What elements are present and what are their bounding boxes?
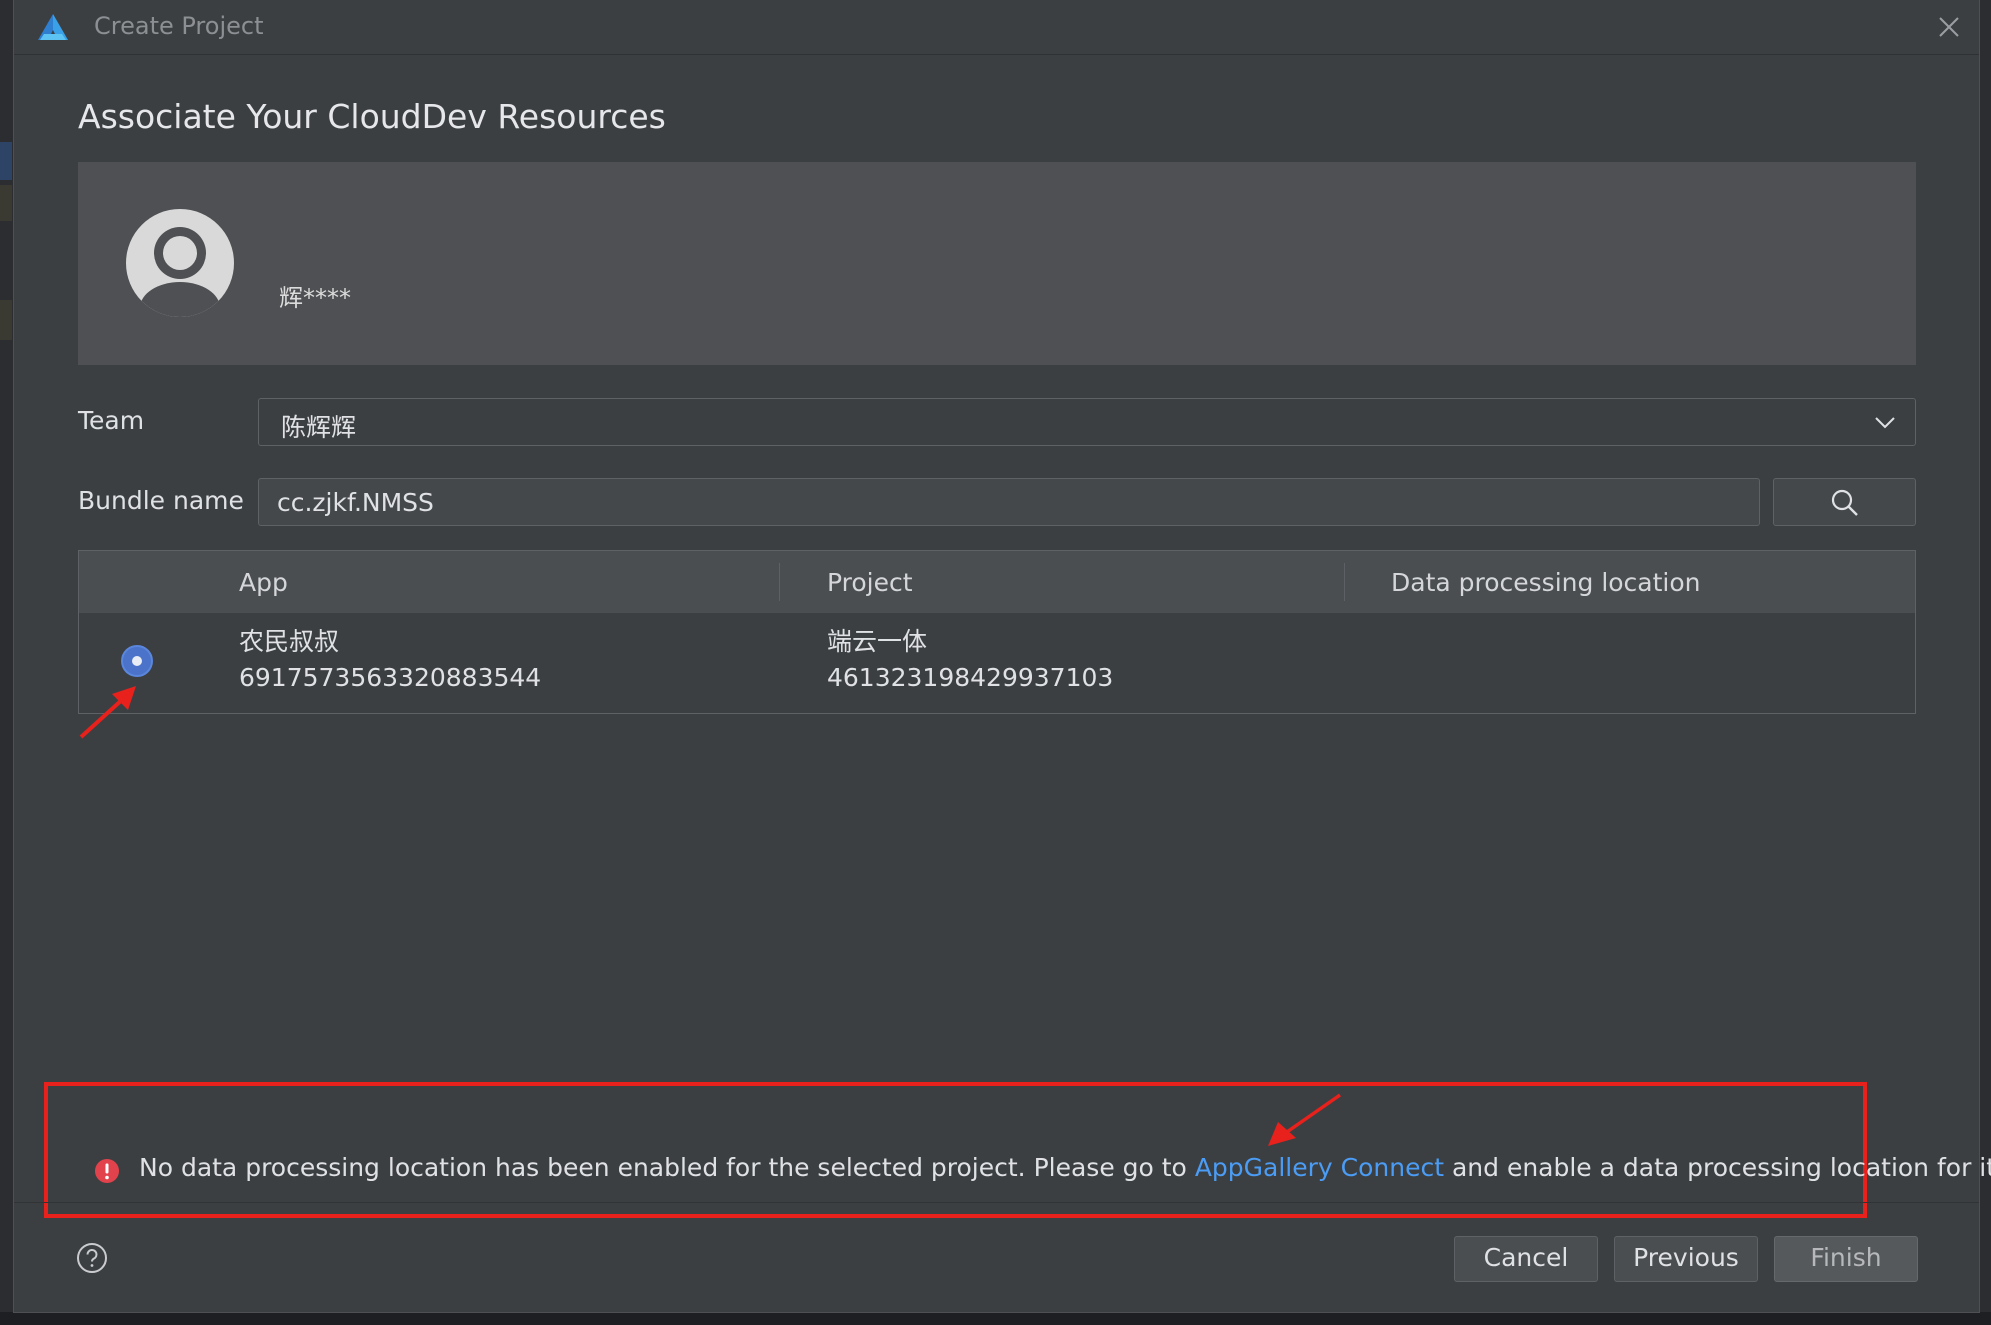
column-header-project: Project xyxy=(827,568,913,597)
close-icon[interactable] xyxy=(1934,12,1964,42)
dialog-title: Create Project xyxy=(94,12,264,40)
chevron-down-icon xyxy=(1875,417,1895,429)
column-header-app: App xyxy=(239,568,288,597)
background-ide-edge xyxy=(0,0,14,1325)
notice-text-after: and enable a data processing location fo… xyxy=(1444,1153,1991,1182)
project-id: 461323198429937103 xyxy=(827,663,1114,692)
project-name: 端云一体 xyxy=(827,627,928,656)
annotation-arrow-icon xyxy=(1268,1093,1342,1146)
background-ide-bottom xyxy=(0,1312,1991,1325)
bundle-name-value: cc.zjkf.NMSS xyxy=(277,488,434,517)
table-header: App Project Data processing location xyxy=(79,551,1915,613)
bundle-name-input[interactable]: cc.zjkf.NMSS xyxy=(258,478,1760,526)
avatar-icon xyxy=(126,209,234,317)
app-logo-icon xyxy=(38,14,68,40)
column-divider xyxy=(1344,563,1345,601)
background-marker xyxy=(0,300,12,340)
help-icon[interactable] xyxy=(76,1242,108,1274)
background-marker xyxy=(0,185,12,221)
dialog-titlebar: Create Project xyxy=(14,0,1979,55)
search-icon xyxy=(1831,489,1858,516)
app-id: 6917573563320883544 xyxy=(239,663,542,692)
column-divider xyxy=(779,563,780,601)
team-label: Team xyxy=(78,406,145,435)
team-select[interactable]: 陈辉辉 xyxy=(258,398,1916,446)
account-name: 辉**** xyxy=(279,284,351,312)
background-marker xyxy=(0,142,12,180)
team-select-value: 陈辉辉 xyxy=(281,413,357,442)
app-name: 农民叔叔 xyxy=(239,627,340,656)
annotation-arrow-icon xyxy=(79,686,136,739)
footer-divider xyxy=(14,1202,1979,1203)
notice-text-before: No data processing location has been ena… xyxy=(139,1153,1195,1182)
annotation-highlight-box xyxy=(44,1082,1867,1218)
search-button[interactable] xyxy=(1773,478,1916,526)
page-heading: Associate Your CloudDev Resources xyxy=(78,97,666,136)
account-panel: 辉**** xyxy=(78,162,1916,365)
notice-message: No data processing location has been ena… xyxy=(139,1153,1991,1182)
resources-table: App Project Data processing location 农民叔… xyxy=(78,550,1916,714)
table-row[interactable]: 农民叔叔 6917573563320883544 端云一体 4613231984… xyxy=(79,613,1915,713)
error-icon xyxy=(95,1159,119,1183)
appgallery-connect-link[interactable]: AppGallery Connect xyxy=(1195,1153,1444,1182)
create-project-dialog: Create Project Associate Your CloudDev R… xyxy=(13,0,1991,1313)
column-header-location: Data processing location xyxy=(1391,568,1701,597)
cancel-button[interactable]: Cancel xyxy=(1454,1236,1598,1282)
radio-dot xyxy=(132,656,142,666)
row-radio-selected[interactable] xyxy=(121,645,153,677)
previous-button[interactable]: Previous xyxy=(1614,1236,1758,1282)
bundle-name-label: Bundle name xyxy=(78,486,244,515)
finish-button[interactable]: Finish xyxy=(1774,1236,1918,1282)
